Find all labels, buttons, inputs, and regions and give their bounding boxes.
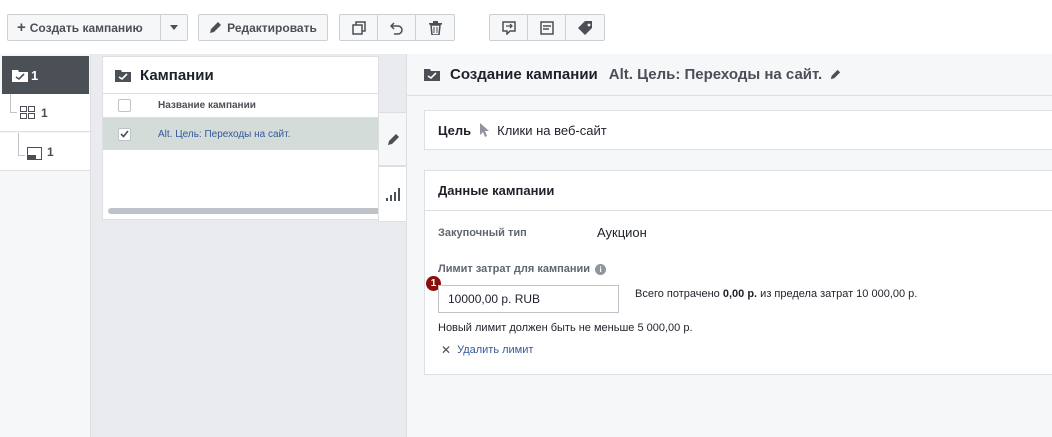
table-row[interactable]: Alt. Цель: Переходы на сайт. xyxy=(103,118,378,150)
page-title: Создание кампании xyxy=(450,66,598,83)
cursor-icon xyxy=(480,123,490,137)
create-campaign-panel: Создание кампании Alt. Цель: Переходы на… xyxy=(406,54,1052,437)
horizontal-scrollbar[interactable] xyxy=(108,208,380,214)
tree-ad-count: 1 xyxy=(47,144,54,159)
campaign-data-card: Данные кампании Закупочный тип Аукцион Л… xyxy=(424,170,1052,375)
trash-icon xyxy=(428,20,442,35)
document-icon xyxy=(539,20,554,35)
ad-icon xyxy=(27,147,42,160)
goal-value: Клики на веб-сайт xyxy=(497,122,607,138)
campaign-name-cell[interactable]: Alt. Цель: Переходы на сайт. xyxy=(158,129,290,140)
spent-amount: 0,00 р. xyxy=(722,288,758,300)
structure-tree: 1 1 1 xyxy=(0,54,91,437)
action-group-2 xyxy=(489,14,605,41)
action-group-1 xyxy=(339,14,455,41)
campaign-name-title: Alt. Цель: Переходы на сайт. xyxy=(608,66,823,83)
limit-hint: Новый лимит должен быть не меньше 5 000,… xyxy=(438,322,693,334)
undo-icon xyxy=(389,21,403,35)
tag-icon xyxy=(578,20,592,35)
tree-adset-count: 1 xyxy=(41,105,48,120)
tree-ad-node[interactable]: 1 xyxy=(0,133,90,171)
campaigns-column-header: Название кампании xyxy=(103,94,378,118)
top-toolbar: + Создать кампанию Редактировать xyxy=(0,0,1052,54)
campaigns-header: Кампании xyxy=(103,57,378,94)
spent-summary: Всего потрачено 0,00 р. из предела затра… xyxy=(635,287,945,301)
duplicate-button[interactable] xyxy=(340,15,378,40)
tree-connector xyxy=(18,155,25,156)
create-campaign-header: Создание кампании Alt. Цель: Переходы на… xyxy=(407,54,1052,96)
delete-button[interactable] xyxy=(416,15,454,40)
tab-statistics[interactable] xyxy=(378,166,407,222)
goal-label: Цель xyxy=(438,122,472,138)
row-checkbox[interactable] xyxy=(118,127,131,141)
tree-adset-node[interactable]: 1 xyxy=(0,94,90,132)
undo-button[interactable] xyxy=(378,15,416,40)
pencil-icon xyxy=(387,133,399,145)
campaigns-title: Кампании xyxy=(140,66,214,84)
tree-campaign-node[interactable]: 1 xyxy=(2,56,89,94)
tree-connector xyxy=(10,94,11,112)
edit-button[interactable]: Редактировать xyxy=(198,14,328,41)
create-campaign-label: Создать кампанию xyxy=(29,20,143,35)
campaign-folder-icon xyxy=(424,69,440,81)
spend-limit-label: Лимит затрат для кампании i xyxy=(438,263,607,275)
spent-prefix: Всего потрачено xyxy=(635,288,723,300)
tree-campaign-count: 1 xyxy=(31,67,39,83)
column-campaign-name[interactable]: Название кампании xyxy=(158,100,256,111)
info-icon[interactable]: i xyxy=(595,263,607,275)
edit-label: Редактировать xyxy=(227,20,317,35)
preview-button[interactable] xyxy=(490,15,528,40)
goal-card: Цель Клики на веб-сайт xyxy=(424,110,1052,150)
plus-icon: + xyxy=(17,19,26,36)
bar-chart-icon xyxy=(386,187,400,201)
checkmark-icon xyxy=(120,130,129,138)
tag-button[interactable] xyxy=(566,15,604,40)
remove-limit-link[interactable]: ✕ Удалить лимит xyxy=(441,343,533,357)
spend-limit-label-text: Лимит затрат для кампании xyxy=(438,263,591,275)
campaigns-panel: Кампании Название кампании Alt. Цель: Пе… xyxy=(102,56,380,220)
create-campaign-button[interactable]: + Создать кампанию xyxy=(7,14,188,41)
adset-grid-icon xyxy=(20,106,35,119)
campaign-folder-icon xyxy=(12,69,28,82)
spend-limit-input[interactable]: 10000,00 р. RUB xyxy=(438,285,619,313)
tab-edit[interactable] xyxy=(378,112,407,166)
remove-limit-label: Удалить лимит xyxy=(457,344,534,356)
pencil-icon xyxy=(210,22,222,33)
buying-type-row: Закупочный тип Аукцион xyxy=(438,225,647,240)
chevron-down-icon[interactable] xyxy=(160,15,188,40)
close-icon: ✕ xyxy=(441,343,452,357)
campaign-data-title: Данные кампании xyxy=(425,171,1052,211)
tree-connector xyxy=(10,112,17,113)
duplicate-icon xyxy=(351,20,366,35)
tree-connector xyxy=(18,133,19,155)
campaign-folder-icon xyxy=(115,69,131,82)
pencil-icon[interactable] xyxy=(830,69,841,80)
buying-type-label: Закупочный тип xyxy=(438,226,527,239)
select-all-checkbox[interactable] xyxy=(118,99,131,112)
settings-button[interactable] xyxy=(528,15,566,40)
preview-icon xyxy=(501,20,516,35)
buying-type-value: Аукцион xyxy=(597,225,647,240)
spent-suffix: из предела затрат 10 000,00 р. xyxy=(757,288,918,300)
